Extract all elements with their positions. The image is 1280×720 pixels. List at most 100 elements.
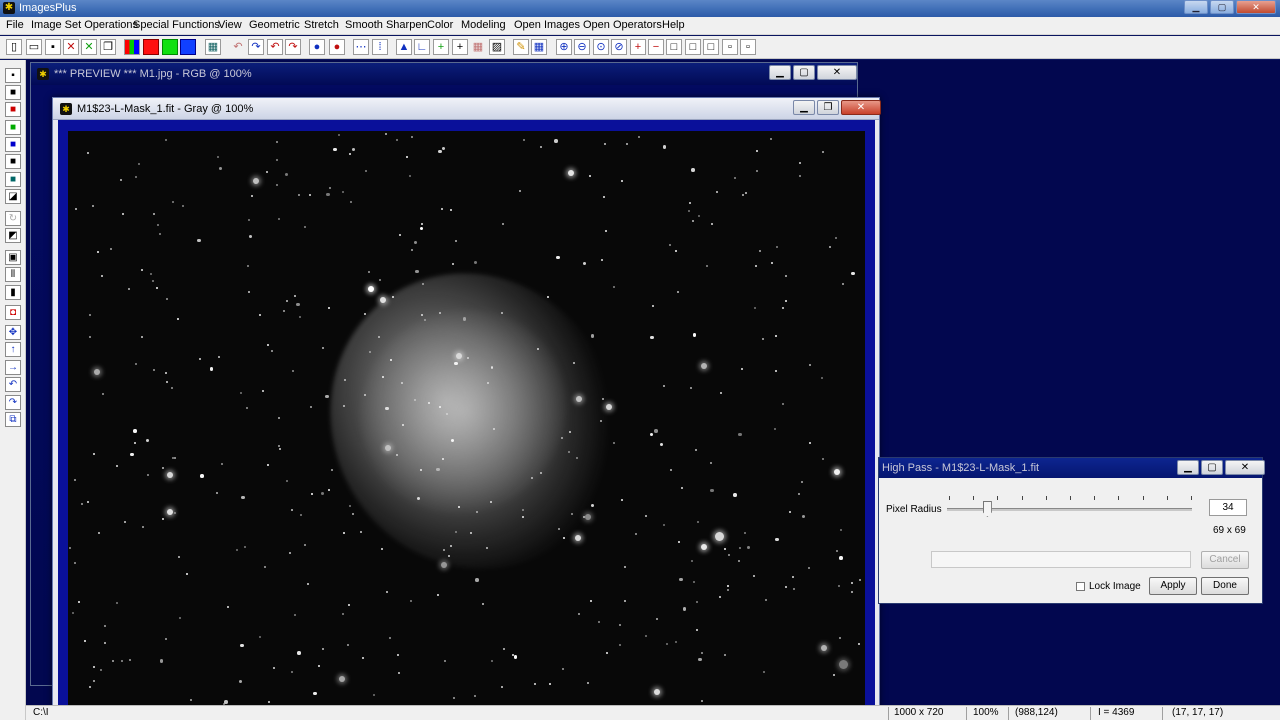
histogram-icon[interactable]: ▲	[396, 39, 412, 55]
stop-icon[interactable]: ●	[329, 39, 345, 55]
menu-geometric[interactable]: Geometric	[249, 19, 300, 31]
dots-icon[interactable]: ⋯	[353, 39, 369, 55]
arrow-right-icon[interactable]: →	[5, 360, 21, 375]
bar-icon[interactable]: ▮	[5, 285, 21, 300]
rotate-disabled-icon[interactable]: ↻	[5, 211, 21, 226]
save-icon[interactable]: ▪	[45, 39, 61, 55]
gradient-icon[interactable]: ◩	[5, 228, 21, 243]
status-divider	[1090, 707, 1091, 720]
cursor-cross-icon[interactable]: +	[452, 39, 468, 55]
copy-icon[interactable]: ❐	[100, 39, 116, 55]
close-icon[interactable]: ✕	[1225, 460, 1265, 475]
zoom-fit-icon[interactable]: ⊙	[593, 39, 609, 55]
minimize-icon[interactable]: ▁	[1184, 0, 1208, 14]
maximize-icon[interactable]: ▢	[1201, 460, 1223, 475]
menu-open-operators[interactable]: Open Operators	[583, 19, 662, 31]
star	[135, 363, 138, 366]
lock-image-checkbox[interactable]	[1076, 582, 1085, 591]
pencil-icon[interactable]: ✎	[513, 39, 529, 55]
menu-modeling[interactable]: Modeling	[461, 19, 506, 31]
crop-icon[interactable]: ⧉	[5, 412, 21, 427]
star	[644, 515, 647, 518]
frame-2-icon[interactable]: □	[685, 39, 701, 55]
record-icon[interactable]: ●	[309, 39, 325, 55]
save-tool-icon[interactable]: ▪	[5, 68, 21, 83]
arrow-up-icon[interactable]: ↑	[5, 342, 21, 357]
star	[166, 508, 173, 515]
undo-disabled-icon[interactable]: ↶	[230, 39, 246, 55]
maximize-icon[interactable]: ▢	[793, 65, 815, 80]
zoom-reset-icon[interactable]: ⊘	[611, 39, 627, 55]
select-disabled-icon[interactable]: ▦	[470, 39, 486, 55]
close-image-icon[interactable]: ✕	[63, 39, 79, 55]
cancel-button[interactable]: Cancel	[1201, 551, 1249, 569]
black-point-icon[interactable]: ■	[5, 85, 21, 100]
menu-open-images[interactable]: Open Images	[514, 19, 580, 31]
dialog-title-bar[interactable]: High Pass - M1$23-L-Mask_1.fit ▁ ▢ ✕	[879, 458, 1265, 478]
close-icon[interactable]: ✕	[817, 65, 857, 80]
redo-icon[interactable]: ↷	[248, 39, 264, 55]
preview-title-bar[interactable]: ✱ *** PREVIEW *** M1.jpg - RGB @ 100% ▁ …	[31, 63, 857, 85]
restore-icon[interactable]: ❐	[817, 100, 839, 115]
image-title-bar[interactable]: ✱ M1$23-L-Mask_1.fit - Gray @ 100% ▁ ❐ ✕	[53, 98, 881, 120]
rgb-channels-icon[interactable]	[124, 39, 140, 55]
done-button[interactable]: Done	[1201, 577, 1249, 595]
curve-icon[interactable]: ∟	[414, 39, 430, 55]
pixel-radius-input[interactable]: 34	[1209, 499, 1247, 516]
zoom-out-icon[interactable]: ⊖	[574, 39, 590, 55]
star	[457, 506, 460, 509]
new-file-icon[interactable]: ▯	[6, 39, 22, 55]
table-icon[interactable]: ▦	[531, 39, 547, 55]
slider-thumb[interactable]	[982, 501, 992, 517]
frame-5-icon[interactable]: ▫	[740, 39, 756, 55]
region-icon[interactable]: ◘	[5, 305, 21, 320]
red-point-icon[interactable]: ■	[5, 102, 21, 117]
redo-all-icon[interactable]: ↷	[285, 39, 301, 55]
close-icon[interactable]: ✕	[1236, 0, 1276, 14]
subtract-icon[interactable]: −	[648, 39, 664, 55]
menu-help[interactable]: Help	[662, 19, 685, 31]
crosshair-icon[interactable]: +	[433, 39, 449, 55]
frame-1-icon[interactable]: □	[666, 39, 682, 55]
minimize-icon[interactable]: ▁	[793, 100, 815, 115]
move-icon[interactable]: ✥	[5, 325, 21, 340]
green-channel-icon[interactable]	[162, 39, 178, 55]
levels-icon[interactable]: ■	[5, 154, 21, 169]
frame-4-icon[interactable]: ▫	[722, 39, 738, 55]
close-icon[interactable]: ✕	[841, 100, 881, 115]
zoom-in-icon[interactable]: ⊕	[556, 39, 572, 55]
frame-3-icon[interactable]: □	[703, 39, 719, 55]
menu-view[interactable]: View	[218, 19, 242, 31]
green-point-icon[interactable]: ■	[5, 120, 21, 135]
blue-point-icon[interactable]: ■	[5, 137, 21, 152]
undo-icon[interactable]: ↶	[267, 39, 283, 55]
grid-icon[interactable]: ▦	[205, 39, 221, 55]
red-channel-icon[interactable]	[143, 39, 159, 55]
menu-special-functions[interactable]: Special Functions	[133, 19, 220, 31]
minimize-icon[interactable]: ▁	[1177, 460, 1199, 475]
contrast-icon[interactable]: ◪	[5, 189, 21, 204]
astro-image-canvas[interactable]	[68, 131, 865, 707]
columns-icon[interactable]: ⫴	[5, 267, 21, 282]
star	[349, 153, 352, 156]
maximize-icon[interactable]: ▢	[1210, 0, 1234, 14]
select-box-icon[interactable]: ▣	[5, 250, 21, 265]
rotate-left-icon[interactable]: ↶	[5, 377, 21, 392]
picture-icon[interactable]: ▨	[489, 39, 505, 55]
channel-icon[interactable]: ■	[5, 172, 21, 187]
menu-file[interactable]: File	[6, 19, 24, 31]
open-folder-icon[interactable]: ▭	[26, 39, 42, 55]
blue-channel-icon[interactable]	[180, 39, 196, 55]
apply-button[interactable]: Apply	[1149, 577, 1197, 595]
menu-color[interactable]: Color	[427, 19, 453, 31]
add-icon[interactable]: +	[630, 39, 646, 55]
minimize-icon[interactable]: ▁	[769, 65, 791, 80]
close-all-icon[interactable]: ✕	[81, 39, 97, 55]
menu-image-set-operations[interactable]: Image Set Operations	[31, 19, 138, 31]
rotate-right-icon[interactable]: ↷	[5, 395, 21, 410]
star	[413, 240, 418, 245]
menu-stretch[interactable]: Stretch	[304, 19, 339, 31]
move-points-icon[interactable]: ⁞	[372, 39, 388, 55]
image-window[interactable]: ✱ M1$23-L-Mask_1.fit - Gray @ 100% ▁ ❐ ✕	[52, 97, 881, 718]
menu-smooth-sharpen[interactable]: Smooth Sharpen	[345, 19, 428, 31]
